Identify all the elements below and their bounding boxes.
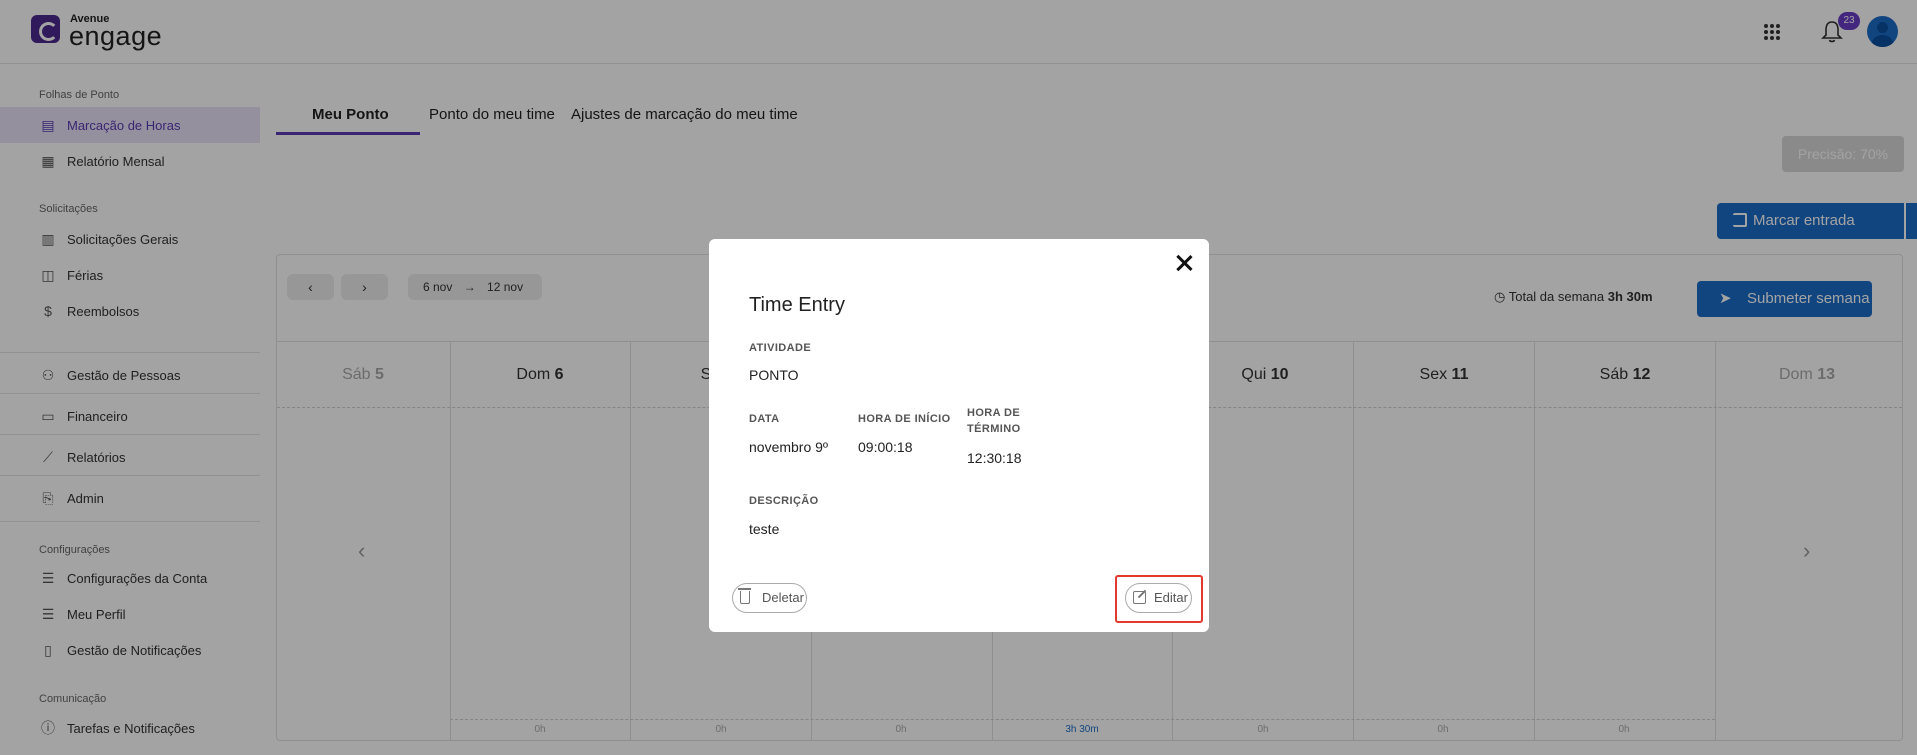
date-value: novembro 9º (749, 439, 829, 455)
activity-value: PONTO (749, 367, 799, 383)
delete-label: Deletar (762, 590, 804, 605)
edit-icon (1133, 591, 1146, 604)
edit-button[interactable]: Editar (1125, 583, 1192, 613)
time-entry-modal: Time Entry ATIVIDADE PONTO DATA novembro… (709, 239, 1209, 632)
start-time-value: 09:00:18 (858, 439, 913, 455)
end-time-value: 12:30:18 (967, 450, 1022, 466)
start-time-label: HORA DE INÍCIO (858, 413, 951, 425)
delete-button[interactable]: Deletar (732, 583, 807, 613)
modal-title: Time Entry (749, 294, 845, 316)
date-label: DATA (749, 413, 780, 425)
description-value: teste (749, 521, 780, 537)
trash-icon (738, 588, 751, 604)
activity-label: ATIVIDADE (749, 342, 812, 354)
edit-label: Editar (1154, 590, 1188, 605)
end-time-label: HORA DE TÉRMINO (967, 407, 1021, 435)
close-icon[interactable] (1174, 253, 1194, 273)
description-label: DESCRIÇÃO (749, 495, 819, 507)
